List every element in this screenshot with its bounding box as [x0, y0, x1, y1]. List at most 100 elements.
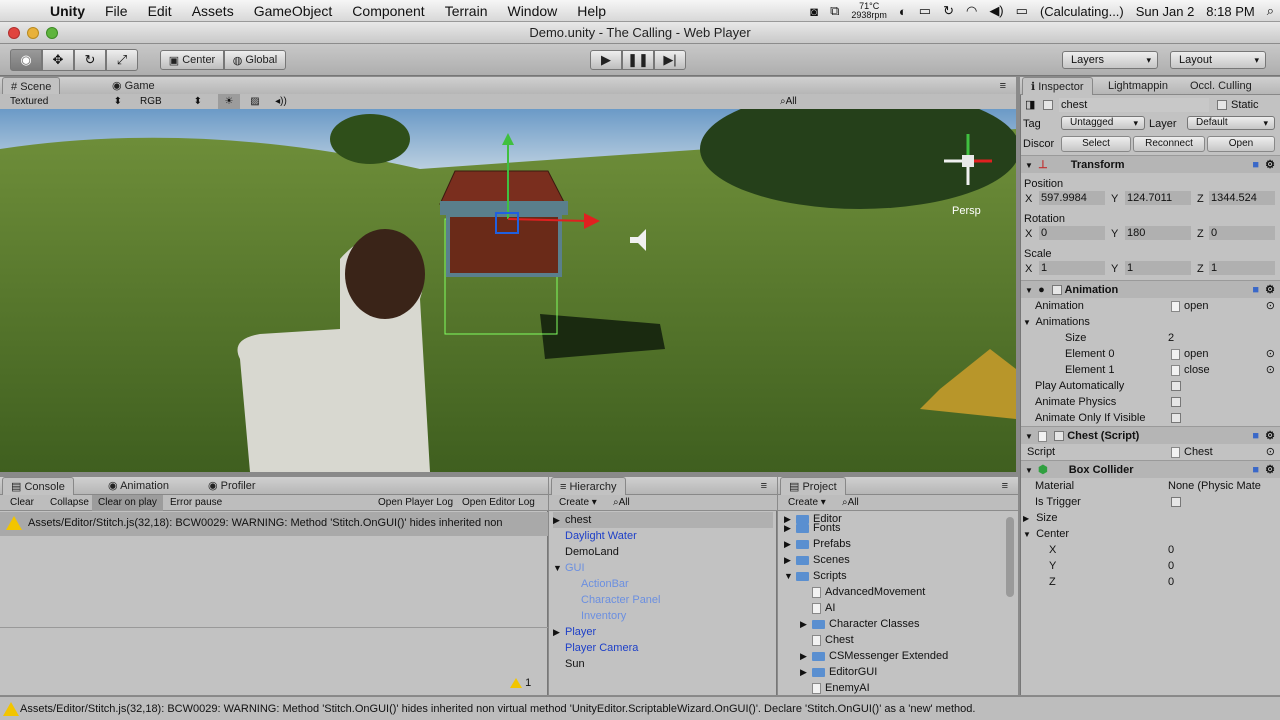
- hierarchy-item[interactable]: ActionBar: [569, 576, 629, 592]
- hierarchy-item[interactable]: ▶ Player: [553, 624, 596, 640]
- help-icon[interactable]: ■: [1252, 156, 1259, 174]
- animations-row[interactable]: ▼ Animations: [1021, 314, 1280, 330]
- center-y-value[interactable]: 0: [1168, 558, 1174, 574]
- project-item[interactable]: AdvancedMovement: [800, 584, 925, 600]
- color-mode-dropdown[interactable]: RGB ⬍: [140, 94, 202, 110]
- scene-viewport[interactable]: Persp: [0, 109, 1016, 472]
- expand-arrow-icon[interactable]: ▶: [800, 616, 812, 632]
- script-enabled-checkbox[interactable]: [1054, 431, 1065, 442]
- menu-assets[interactable]: Assets: [182, 3, 244, 19]
- spotlight-icon[interactable]: ⌕: [1267, 3, 1274, 19]
- tab-hierarchy[interactable]: ≡ Hierarchy: [551, 477, 626, 495]
- rotate-tool-icon[interactable]: ↻: [74, 49, 106, 71]
- scale-y-field[interactable]: 1: [1125, 261, 1191, 275]
- animation-value[interactable]: open: [1171, 298, 1208, 314]
- material-value[interactable]: None (Physic Mate: [1168, 478, 1261, 494]
- script-value[interactable]: Chest: [1171, 444, 1213, 460]
- tab-scene[interactable]: # Scene: [2, 77, 61, 95]
- close-button[interactable]: [8, 27, 20, 39]
- project-item[interactable]: EnemyAI: [800, 680, 870, 696]
- menu-file[interactable]: File: [95, 3, 138, 19]
- hierarchy-create-button[interactable]: Create ▾: [553, 495, 603, 511]
- menu-gameobject[interactable]: GameObject: [244, 3, 343, 19]
- menu-terrain[interactable]: Terrain: [435, 3, 498, 19]
- project-item[interactable]: AI: [800, 600, 835, 616]
- tab-profiler[interactable]: ◉ Profiler: [200, 477, 264, 495]
- battery-status[interactable]: (Calculating...): [1040, 4, 1124, 19]
- project-search-input[interactable]: ⌕All: [836, 495, 865, 511]
- status-icon[interactable]: ◐: [899, 4, 907, 19]
- expand-arrow-icon[interactable]: ▶: [784, 552, 796, 568]
- gear-icon[interactable]: ⚙: [1265, 281, 1275, 299]
- scene-menu-icon[interactable]: ≡: [992, 77, 1014, 95]
- project-item[interactable]: ▼ Scripts: [784, 568, 847, 584]
- wifi-icon[interactable]: ◠: [966, 3, 977, 19]
- transform-header[interactable]: ▼ ⊥ Transform ■ ⚙: [1021, 155, 1280, 173]
- object-picker-icon[interactable]: ⊙: [1266, 346, 1275, 362]
- scene-search-input[interactable]: ⌕All: [780, 94, 960, 110]
- scale-z-field[interactable]: 1: [1209, 261, 1275, 275]
- box-collider-header[interactable]: ▼ ⬢ Box Collider ■ ⚙: [1021, 460, 1280, 478]
- static-checkbox[interactable]: [1217, 100, 1227, 110]
- expand-arrow-icon[interactable]: ▼: [784, 568, 796, 584]
- time-display[interactable]: 8:18 PM: [1206, 4, 1254, 19]
- project-item[interactable]: ▶ Prefabs: [784, 536, 851, 552]
- hierarchy-menu-icon[interactable]: ≡: [753, 477, 775, 495]
- render-mode-dropdown[interactable]: Textured ⬍: [10, 94, 122, 110]
- rot-x-field[interactable]: 0: [1039, 226, 1105, 240]
- tab-inspector[interactable]: ℹ Inspector: [1022, 77, 1093, 95]
- perspective-label[interactable]: Persp: [952, 205, 981, 217]
- minimize-button[interactable]: [27, 27, 39, 39]
- hierarchy-item[interactable]: Player Camera: [553, 640, 638, 656]
- battery-icon[interactable]: ▭: [1016, 3, 1028, 19]
- element0-value[interactable]: open: [1171, 346, 1208, 362]
- project-menu-icon[interactable]: ≡: [994, 477, 1016, 495]
- gear-icon[interactable]: ⚙: [1265, 461, 1275, 479]
- view-tool-icon[interactable]: ◉: [10, 49, 42, 71]
- hierarchy-item[interactable]: ▼ GUI: [553, 560, 585, 576]
- hierarchy-item[interactable]: Inventory: [569, 608, 626, 624]
- project-scrollbar[interactable]: [1006, 517, 1014, 597]
- scale-x-field[interactable]: 1: [1039, 261, 1105, 275]
- pos-x-field[interactable]: 597.9984: [1039, 191, 1105, 205]
- tab-lightmapping[interactable]: Lightmappin: [1100, 77, 1176, 95]
- prefab-select-button[interactable]: Select: [1061, 136, 1131, 152]
- menu-edit[interactable]: Edit: [138, 3, 182, 19]
- tab-project[interactable]: ▤ Project: [780, 477, 846, 495]
- project-create-button[interactable]: Create ▾: [782, 495, 832, 511]
- move-tool-icon[interactable]: ✥: [42, 49, 74, 71]
- tag-dropdown[interactable]: Untagged: [1061, 116, 1145, 130]
- collapse-button[interactable]: Collapse: [44, 495, 95, 511]
- help-icon[interactable]: ■: [1252, 427, 1259, 445]
- error-pause-button[interactable]: Error pause: [164, 495, 228, 511]
- display-icon[interactable]: ▭: [919, 3, 931, 19]
- hierarchy-item[interactable]: Sun: [553, 656, 585, 672]
- layout-dropdown[interactable]: Layout: [1170, 51, 1266, 69]
- expand-arrow-icon[interactable]: ▶: [553, 624, 565, 640]
- hierarchy-item[interactable]: Character Panel: [569, 592, 661, 608]
- expand-arrow-icon[interactable]: ▶: [784, 520, 796, 536]
- scene-audio-icon[interactable]: ◂)): [272, 94, 290, 110]
- gear-icon[interactable]: ⚙: [1265, 427, 1275, 445]
- project-item[interactable]: Chest: [800, 632, 854, 648]
- tab-animation[interactable]: ◉ Animation: [100, 477, 177, 495]
- expand-arrow-icon[interactable]: ▶: [800, 648, 812, 664]
- scale-tool-icon[interactable]: ⤢: [106, 49, 138, 71]
- pos-y-field[interactable]: 124.7011: [1125, 191, 1191, 205]
- status-bar[interactable]: Assets/Editor/Stitch.js(32,18): BCW0029:…: [0, 696, 1280, 720]
- animate-visible-checkbox[interactable]: [1171, 413, 1181, 423]
- pos-z-field[interactable]: 1344.524: [1209, 191, 1275, 205]
- project-item[interactable]: ▶ Scenes: [784, 552, 850, 568]
- zoom-button[interactable]: [46, 27, 58, 39]
- date-display[interactable]: Sun Jan 2: [1136, 4, 1195, 19]
- chest-body[interactable]: [446, 213, 562, 277]
- play-auto-checkbox[interactable]: [1171, 381, 1181, 391]
- layer-dropdown[interactable]: Default: [1187, 116, 1275, 130]
- hierarchy-item[interactable]: Daylight Water: [553, 528, 637, 544]
- volume-icon[interactable]: ◀): [989, 3, 1003, 19]
- rot-z-field[interactable]: 0: [1209, 226, 1275, 240]
- clear-on-play-button[interactable]: Clear on play: [92, 495, 163, 511]
- expand-arrow-icon[interactable]: ▼: [553, 560, 565, 576]
- menu-help[interactable]: Help: [567, 3, 616, 19]
- animation-header[interactable]: ▼ ● Animation ■ ⚙: [1021, 280, 1280, 298]
